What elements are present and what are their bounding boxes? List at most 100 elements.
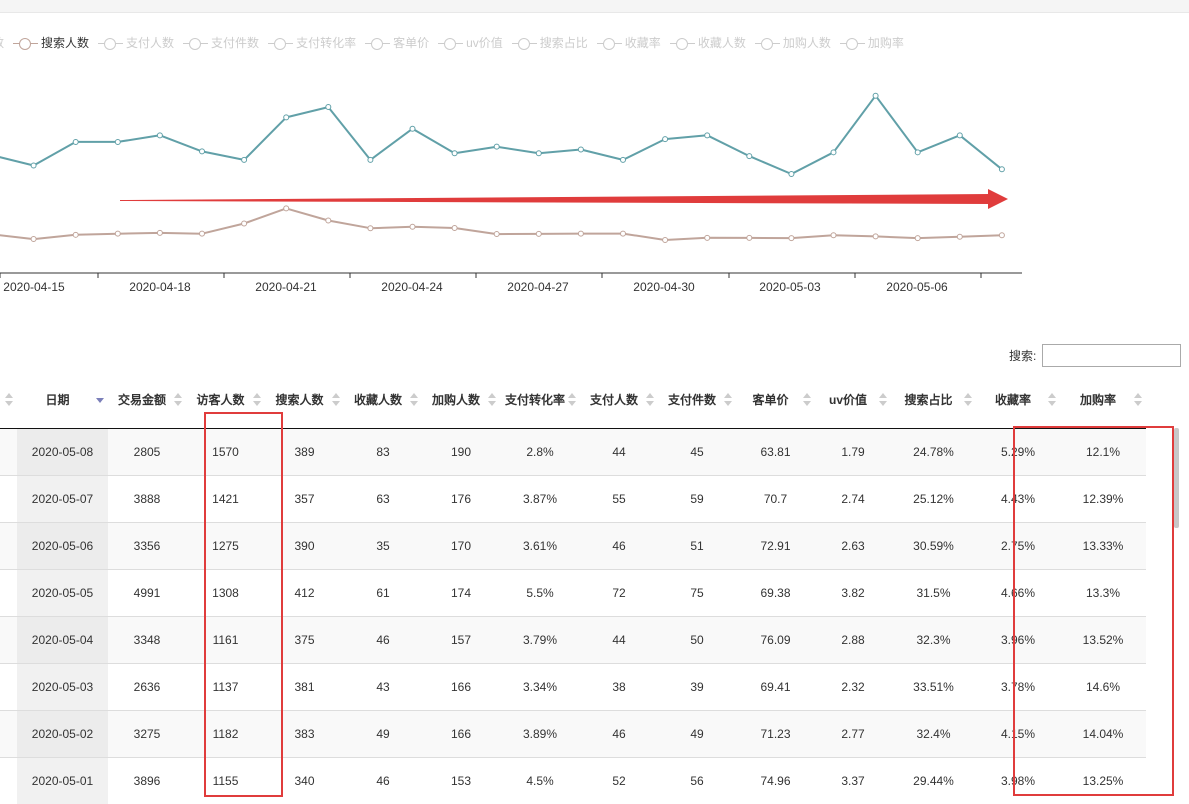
data-point[interactable] [999, 233, 1004, 238]
data-point[interactable] [31, 163, 36, 168]
column-header[interactable]: 支付转化率 [500, 372, 580, 429]
legend-item[interactable]: 搜索人数 [13, 34, 89, 51]
data-point[interactable] [368, 157, 373, 162]
data-point[interactable] [115, 139, 120, 144]
data-point[interactable] [747, 154, 752, 159]
table-cell: 55 [580, 476, 658, 523]
data-point[interactable] [663, 137, 668, 142]
table-row[interactable]: 2020-05-0232751182383491663.89%464971.23… [0, 711, 1146, 758]
data-point[interactable] [831, 233, 836, 238]
legend-item[interactable]: 加购人数 [755, 34, 831, 51]
data-point[interactable] [73, 232, 78, 237]
legend-item[interactable]: 客单价 [365, 34, 429, 51]
data-point[interactable] [957, 133, 962, 138]
data-point[interactable] [368, 226, 373, 231]
data-point[interactable] [873, 234, 878, 239]
data-point[interactable] [410, 126, 415, 131]
table-row[interactable]: 2020-05-0828051570389831902.8%444563.811… [0, 429, 1146, 476]
data-point[interactable] [200, 231, 205, 236]
data-point[interactable] [115, 231, 120, 236]
column-header-label: 收藏率 [995, 393, 1031, 407]
legend-item[interactable]: 加购率 [840, 34, 904, 51]
table-cell: 1161 [186, 617, 265, 664]
legend-item[interactable]: 支付转化率 [268, 34, 356, 51]
column-header[interactable]: 加购率 [1060, 372, 1146, 429]
column-header[interactable]: 访客人数 [186, 372, 265, 429]
column-header[interactable]: 客单价 [736, 372, 815, 429]
data-point[interactable] [957, 234, 962, 239]
data-point[interactable] [452, 151, 457, 156]
data-point[interactable] [915, 236, 920, 241]
data-point[interactable] [621, 231, 626, 236]
data-point[interactable] [831, 150, 836, 155]
column-header[interactable]: 收藏人数 [344, 372, 422, 429]
data-point[interactable] [663, 238, 668, 243]
data-point[interactable] [494, 232, 499, 237]
table-row[interactable]: 2020-05-0738881421357631763.87%555970.72… [0, 476, 1146, 523]
data-point[interactable] [705, 133, 710, 138]
data-point[interactable] [326, 105, 331, 110]
table-row[interactable]: 2020-05-0326361137381431663.34%383969.41… [0, 664, 1146, 711]
data-point[interactable] [242, 157, 247, 162]
search-input[interactable] [1042, 344, 1181, 367]
data-point[interactable] [284, 115, 289, 120]
column-header[interactable]: 支付件数 [658, 372, 736, 429]
legend-item[interactable]: 支付人数 [98, 34, 174, 51]
table-cell: 39 [658, 664, 736, 711]
column-header[interactable]: 日期 [17, 372, 108, 429]
data-point[interactable] [31, 237, 36, 242]
table-row[interactable]: 2020-05-0138961155340461534.5%525674.963… [0, 758, 1146, 804]
column-header[interactable] [0, 372, 17, 429]
data-point[interactable] [999, 167, 1004, 172]
data-point[interactable] [494, 144, 499, 149]
data-point[interactable] [284, 206, 289, 211]
legend-item[interactable]: uv价值 [438, 34, 503, 51]
column-header[interactable]: 收藏率 [976, 372, 1060, 429]
table-cell: 13.33% [1060, 523, 1146, 570]
table-row[interactable]: 2020-05-0549911308412611745.5%727569.383… [0, 570, 1146, 617]
data-point[interactable] [157, 133, 162, 138]
legend-item[interactable]: 搜索占比 [512, 34, 588, 51]
data-point[interactable] [578, 147, 583, 152]
column-header[interactable]: 交易金额 [108, 372, 186, 429]
data-point[interactable] [410, 224, 415, 229]
data-point[interactable] [536, 151, 541, 156]
data-point[interactable] [789, 172, 794, 177]
table-cell [0, 711, 17, 758]
table-cell: 2020-05-01 [17, 758, 108, 804]
legend-item[interactable]: 数 [0, 34, 4, 51]
legend-item[interactable]: 支付件数 [183, 34, 259, 51]
data-point[interactable] [452, 226, 457, 231]
data-point[interactable] [621, 157, 626, 162]
data-point[interactable] [200, 149, 205, 154]
search-label: 搜索: [1009, 349, 1036, 363]
column-header[interactable]: 支付人数 [580, 372, 658, 429]
table-scrollbar[interactable] [1174, 428, 1179, 528]
annotation-arrow-shaft [120, 194, 990, 204]
data-point[interactable] [789, 236, 794, 241]
data-point[interactable] [157, 230, 162, 235]
legend-item[interactable]: 收藏率 [597, 34, 661, 51]
data-point[interactable] [73, 139, 78, 144]
column-header-label: 收藏人数 [354, 393, 402, 407]
column-header[interactable]: 搜索占比 [891, 372, 976, 429]
data-point[interactable] [536, 231, 541, 236]
data-point[interactable] [578, 231, 583, 236]
column-header-label: 搜索占比 [904, 393, 952, 407]
data-point[interactable] [705, 235, 710, 240]
column-header[interactable]: uv价值 [815, 372, 891, 429]
data-point[interactable] [747, 235, 752, 240]
column-header[interactable]: 加购人数 [422, 372, 500, 429]
data-point[interactable] [242, 221, 247, 226]
column-header[interactable]: 搜索人数 [265, 372, 344, 429]
data-point[interactable] [326, 218, 331, 223]
table-cell: 390 [265, 523, 344, 570]
sort-icon [332, 393, 340, 407]
data-point[interactable] [873, 93, 878, 98]
table-row[interactable]: 2020-05-0433481161375461573.79%445076.09… [0, 617, 1146, 664]
table-row[interactable]: 2020-05-0633561275390351703.61%465172.91… [0, 523, 1146, 570]
table-cell: 33.51% [891, 664, 976, 711]
legend-marker-icon [13, 37, 38, 51]
legend-item[interactable]: 收藏人数 [670, 34, 746, 51]
data-point[interactable] [915, 150, 920, 155]
